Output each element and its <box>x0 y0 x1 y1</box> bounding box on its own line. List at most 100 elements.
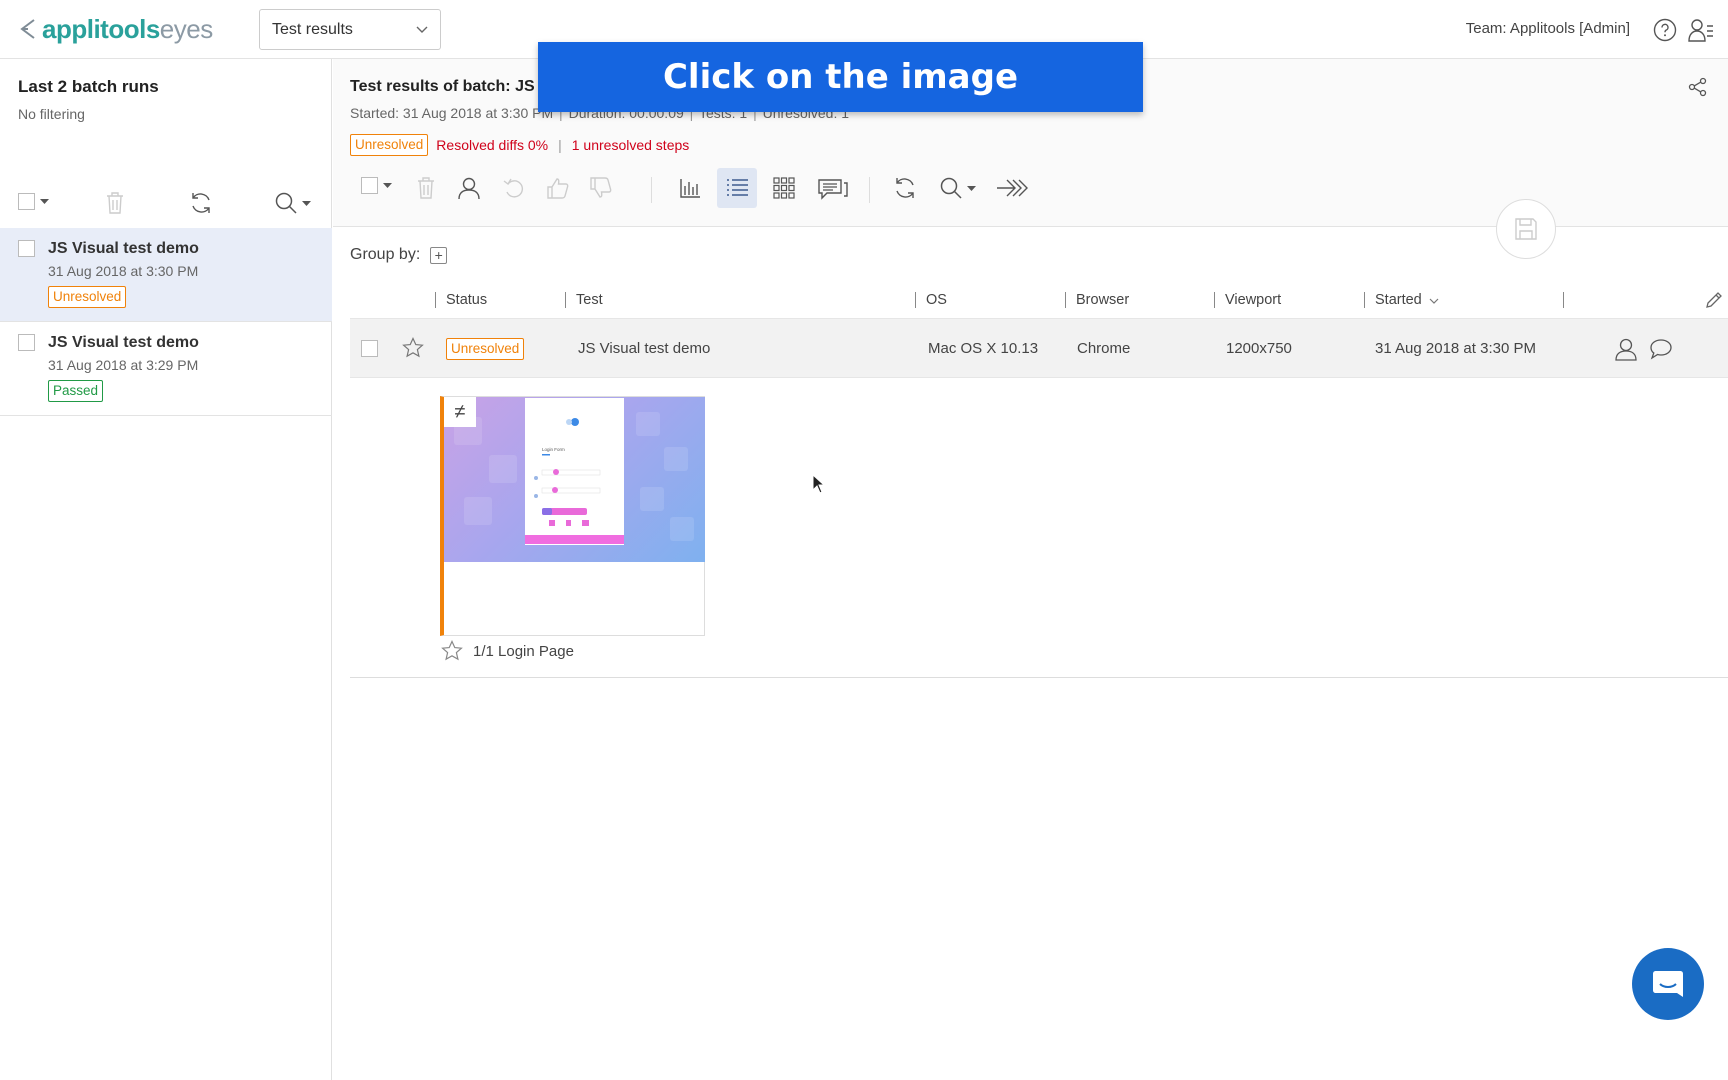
cell-test[interactable]: JS Visual test demo <box>578 340 710 357</box>
chart-view-button[interactable] <box>675 173 705 203</box>
expand-arrows-icon <box>997 179 1028 197</box>
batch-list-panel: Last 2 batch runs No filtering JS Visual… <box>0 59 332 1080</box>
comments-icon <box>818 179 848 200</box>
status-badge: Unresolved <box>48 286 127 308</box>
sort-desc-icon <box>1429 298 1439 304</box>
refresh-icon <box>896 178 914 198</box>
batch-stats: Unresolved Resolved diffs 0% | 1 unresol… <box>350 134 689 156</box>
brand-primary: applitools <box>42 13 160 44</box>
login-form-preview: Login Form <box>534 418 601 526</box>
col-status[interactable]: Status <box>435 292 487 308</box>
batch-list-title: Last 2 batch runs <box>18 77 159 96</box>
step-label: 1/1 Login Page <box>441 640 574 662</box>
screenshot-image[interactable]: Login Form ≠ <box>444 397 705 562</box>
star-icon[interactable] <box>402 337 424 359</box>
grid-icon <box>773 177 795 199</box>
comment-icon[interactable] <box>1649 338 1673 360</box>
batch-date: 31 Aug 2018 at 3:30 PM <box>48 263 199 279</box>
table-row[interactable]: Unresolved JS Visual test demo Mac OS X … <box>350 318 1728 378</box>
col-started[interactable]: Started <box>1364 292 1439 308</box>
cell-started: 31 Aug 2018 at 3:30 PM <box>1375 340 1536 357</box>
batch-item[interactable]: JS Visual test demo 31 Aug 2018 at 3:30 … <box>0 228 332 322</box>
thumbnail-title: Login Form <box>542 447 565 452</box>
select-all-checkbox[interactable] <box>361 177 392 194</box>
page-title: Test results of batch: JS <box>350 78 535 95</box>
col-divider <box>1563 292 1574 308</box>
refresh-button[interactable] <box>890 173 920 203</box>
checkbox[interactable] <box>361 177 378 194</box>
thumbs-down-icon <box>590 177 612 198</box>
refresh-icon[interactable] <box>189 191 213 215</box>
diff-indicator: ≠ <box>444 397 476 427</box>
batch-list-filter[interactable]: No filtering <box>18 106 85 122</box>
status-badge: Passed <box>48 380 104 402</box>
list-view-button[interactable] <box>717 168 757 208</box>
col-os[interactable]: OS <box>915 292 947 308</box>
user-menu-icon[interactable] <box>1688 17 1714 43</box>
share-icon[interactable] <box>1688 77 1708 97</box>
group-by: Group by: + <box>350 246 448 264</box>
delete-icon[interactable] <box>105 191 125 215</box>
comments-view-button[interactable] <box>815 173 851 203</box>
col-browser[interactable]: Browser <box>1065 292 1129 308</box>
status-badge: Unresolved <box>350 134 429 156</box>
star-icon[interactable] <box>441 640 463 662</box>
status-badge: Unresolved <box>446 338 525 360</box>
unresolved-steps-link[interactable]: 1 unresolved steps <box>572 137 690 153</box>
expand-all-button[interactable] <box>995 173 1031 203</box>
login-page-preview: Login Form <box>525 398 624 545</box>
chat-launcher-button[interactable] <box>1632 948 1704 1020</box>
assign-user-button[interactable] <box>454 173 484 203</box>
team-label[interactable]: Team: Applitools [Admin] <box>1466 20 1630 37</box>
cell-os: Mac OS X 10.13 <box>928 340 1039 357</box>
undo-icon <box>503 178 523 198</box>
batch-list-toolbar <box>0 175 332 229</box>
checkbox[interactable] <box>18 193 35 210</box>
table-header: Status Test OS Browser Viewport Started <box>350 288 1728 314</box>
search-icon <box>275 192 297 214</box>
col-viewport[interactable]: Viewport <box>1214 292 1281 308</box>
caret-down-icon <box>383 183 392 188</box>
batch-checkbox[interactable] <box>18 334 35 351</box>
caret-down-icon <box>40 199 49 204</box>
toolbar-divider <box>869 177 870 203</box>
chevron-down-icon <box>416 26 428 33</box>
save-button[interactable] <box>1496 199 1556 259</box>
view-select[interactable]: Test results <box>259 9 441 50</box>
resolved-diffs: Resolved diffs 0% <box>436 137 549 153</box>
thumbs-up-button[interactable] <box>543 173 573 203</box>
view-select-value: Test results <box>272 20 353 38</box>
row-checkbox[interactable] <box>361 340 378 357</box>
col-test[interactable]: Test <box>565 292 603 308</box>
page-footer-diff <box>525 535 624 544</box>
delete-button[interactable] <box>411 173 441 203</box>
thumbs-down-button[interactable] <box>586 173 616 203</box>
grid-view-button[interactable] <box>769 173 799 203</box>
bar-chart-icon <box>680 179 700 198</box>
cell-viewport: 1200x750 <box>1226 340 1292 357</box>
col-started-label: Started <box>1375 292 1422 308</box>
batch-item[interactable]: JS Visual test demo 31 Aug 2018 at 3:29 … <box>0 322 332 416</box>
search-button[interactable] <box>274 191 311 215</box>
stats-separator: | <box>558 137 562 153</box>
edit-columns-icon[interactable] <box>1705 291 1723 309</box>
toolbar-divider <box>651 177 652 203</box>
batch-date: 31 Aug 2018 at 3:29 PM <box>48 357 199 373</box>
applitools-logo[interactable]: applitools eyes <box>18 14 213 44</box>
step-name[interactable]: 1/1 Login Page <box>473 643 574 660</box>
search-icon <box>940 177 962 199</box>
select-all-checkbox[interactable] <box>18 193 49 210</box>
mouse-cursor-icon <box>812 474 826 494</box>
help-icon[interactable] <box>1653 18 1677 42</box>
list-icon <box>727 179 748 196</box>
caret-down-icon <box>302 200 311 206</box>
undo-button[interactable] <box>499 173 529 203</box>
batch-name: JS Visual test demo <box>48 334 199 351</box>
step-thumbnail[interactable]: Login Form ≠ <box>440 396 705 636</box>
add-group-icon[interactable]: + <box>430 246 448 264</box>
user-icon <box>458 177 480 200</box>
batch-checkbox[interactable] <box>18 240 35 257</box>
search-button[interactable] <box>939 176 976 200</box>
assignee-icon[interactable] <box>1614 337 1638 361</box>
meta-started: Started: 31 Aug 2018 at 3:30 PM <box>350 105 554 121</box>
